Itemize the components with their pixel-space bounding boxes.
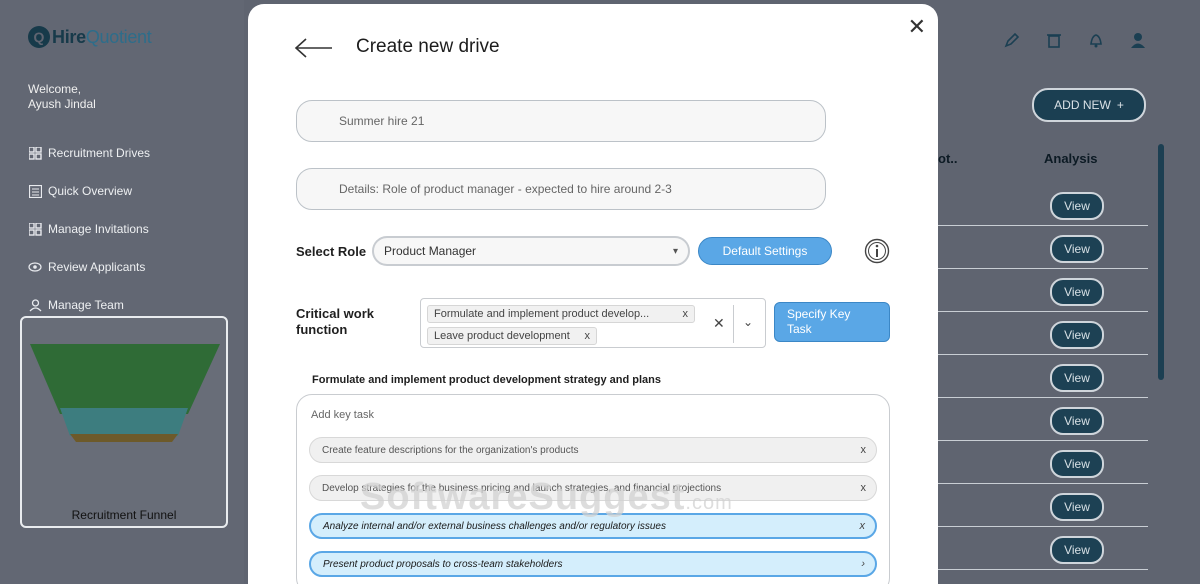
grid-icon bbox=[28, 222, 42, 236]
chip-label: Leave product development bbox=[434, 330, 570, 342]
view-button[interactable]: View bbox=[1050, 450, 1104, 478]
recruitment-funnel-card: Recruitment Funnel bbox=[20, 316, 228, 528]
row-divider bbox=[938, 354, 1148, 355]
chevron-down-icon[interactable]: ⌄ bbox=[743, 315, 753, 329]
sidebar-item-label: Manage Invitations bbox=[48, 222, 149, 236]
task-text: Create feature descriptions for the orga… bbox=[322, 444, 579, 456]
clear-icon[interactable]: ✕ bbox=[713, 315, 725, 332]
drive-name-value: Summer hire 21 bbox=[339, 114, 425, 128]
logo: Q HireQuotient bbox=[28, 26, 152, 48]
task-item[interactable]: Develop strategies for the business pric… bbox=[309, 475, 877, 501]
list-icon bbox=[28, 184, 42, 198]
funnel-graphic bbox=[30, 344, 220, 442]
details-value: Details: Role of product manager - expec… bbox=[339, 182, 672, 196]
chip: Leave product development x bbox=[427, 327, 597, 345]
task-text: Develop strategies for the business pric… bbox=[322, 482, 722, 494]
sidebar-item-manage-invitations[interactable]: Manage Invitations bbox=[28, 210, 150, 248]
bell-icon[interactable] bbox=[1086, 30, 1106, 50]
sidebar-item-review-applicants[interactable]: Review Applicants bbox=[28, 248, 150, 286]
sidebar-item-quick-overview[interactable]: Quick Overview bbox=[28, 172, 150, 210]
funnel-title: Recruitment Funnel bbox=[71, 508, 177, 522]
task-text: Present product proposals to cross-team … bbox=[323, 558, 563, 570]
row-divider bbox=[938, 397, 1148, 398]
view-button[interactable]: View bbox=[1050, 364, 1104, 392]
pencil-icon[interactable] bbox=[1002, 30, 1022, 50]
remove-task-icon[interactable]: x bbox=[861, 482, 867, 494]
welcome-text: Welcome, bbox=[28, 82, 82, 96]
close-icon[interactable]: ✕ bbox=[908, 14, 926, 40]
sidebar-item-recruitment-drives[interactable]: Recruitment Drives bbox=[28, 134, 150, 172]
view-button[interactable]: View bbox=[1050, 536, 1104, 564]
user-icon[interactable] bbox=[1128, 30, 1148, 50]
drive-name-input[interactable]: Summer hire 21 bbox=[296, 100, 826, 142]
task-text: Analyze internal and/or external busines… bbox=[323, 520, 666, 532]
grid-icon bbox=[28, 146, 42, 160]
topbar-icons bbox=[1002, 30, 1148, 50]
chip: Formulate and implement product develop.… bbox=[427, 305, 695, 323]
user-name: Ayush Jindal bbox=[28, 97, 96, 111]
task-item[interactable]: Create feature descriptions for the orga… bbox=[309, 437, 877, 463]
logo-mark: Q bbox=[28, 26, 50, 48]
row-divider bbox=[938, 268, 1148, 269]
row-divider bbox=[938, 225, 1148, 226]
sidebar-item-label: Recruitment Drives bbox=[48, 146, 151, 160]
select-role-label: Select Role bbox=[296, 244, 367, 259]
remove-task-icon[interactable]: x bbox=[861, 444, 867, 456]
welcome-block: Welcome, Ayush Jindal bbox=[28, 82, 96, 112]
row-divider bbox=[938, 440, 1148, 441]
default-settings-label: Default Settings bbox=[722, 244, 808, 258]
sidebar-nav: Recruitment Drives Quick Overview Manage… bbox=[28, 134, 150, 324]
sidebar-item-label: Manage Team bbox=[48, 298, 124, 312]
task-item[interactable]: Present product proposals to cross-team … bbox=[309, 551, 877, 577]
critical-work-multiselect[interactable]: Formulate and implement product develop.… bbox=[420, 298, 766, 348]
details-input[interactable]: Details: Role of product manager - expec… bbox=[296, 168, 826, 210]
create-drive-modal: ✕ Create new drive Summer hire 21 Detail… bbox=[248, 4, 938, 584]
sidebar-item-label: Review Applicants bbox=[48, 260, 146, 274]
row-divider bbox=[938, 569, 1148, 570]
chip-remove-icon[interactable]: x bbox=[585, 330, 591, 342]
person-icon bbox=[28, 298, 42, 312]
default-settings-button[interactable]: Default Settings bbox=[698, 237, 832, 265]
view-button[interactable]: View bbox=[1050, 321, 1104, 349]
key-task-box: Add key task Create feature descriptions… bbox=[296, 394, 890, 584]
specify-key-task-button[interactable]: Specify Key Task bbox=[774, 302, 890, 342]
logo-text: HireQuotient bbox=[52, 26, 152, 47]
view-button[interactable]: View bbox=[1050, 278, 1104, 306]
view-button[interactable]: View bbox=[1050, 192, 1104, 220]
column-header-analysis: Analysis bbox=[1044, 151, 1098, 166]
add-new-label: ADD NEW bbox=[1054, 98, 1111, 112]
critical-work-label: Critical work function bbox=[296, 306, 375, 337]
remove-task-icon[interactable]: › bbox=[861, 558, 865, 570]
chip-remove-icon[interactable]: x bbox=[683, 308, 689, 320]
view-button[interactable]: View bbox=[1050, 493, 1104, 521]
info-icon[interactable] bbox=[864, 238, 890, 264]
sidebar-item-label: Quick Overview bbox=[48, 184, 133, 198]
specify-key-task-label: Specify Key Task bbox=[787, 307, 851, 336]
chevron-down-icon: ▾ bbox=[672, 245, 678, 257]
eye-icon bbox=[28, 260, 42, 274]
view-button[interactable]: View bbox=[1050, 235, 1104, 263]
chip-label: Formulate and implement product develop.… bbox=[434, 308, 650, 320]
role-select-value: Product Manager bbox=[384, 244, 477, 258]
task-item[interactable]: Analyze internal and/or external busines… bbox=[309, 513, 877, 539]
remove-task-icon[interactable]: x bbox=[860, 520, 866, 532]
view-button[interactable]: View bbox=[1050, 407, 1104, 435]
add-new-button[interactable]: ADD NEW + bbox=[1032, 88, 1146, 122]
separator bbox=[733, 305, 734, 343]
back-arrow-icon[interactable] bbox=[294, 34, 334, 62]
scrollbar[interactable] bbox=[1158, 144, 1164, 380]
modal-title: Create new drive bbox=[356, 36, 500, 57]
trash-icon[interactable] bbox=[1044, 30, 1064, 50]
row-divider bbox=[938, 526, 1148, 527]
section-heading: Formulate and implement product developm… bbox=[312, 374, 662, 386]
role-select[interactable]: Product Manager ▾ bbox=[372, 236, 690, 266]
add-key-task-input[interactable]: Add key task bbox=[311, 409, 374, 421]
column-header-partial: ot.. bbox=[938, 151, 958, 166]
sidebar: Q HireQuotient Welcome, Ayush Jindal Rec… bbox=[0, 0, 244, 584]
row-divider bbox=[938, 311, 1148, 312]
plus-icon: + bbox=[1116, 98, 1124, 112]
row-divider bbox=[938, 483, 1148, 484]
